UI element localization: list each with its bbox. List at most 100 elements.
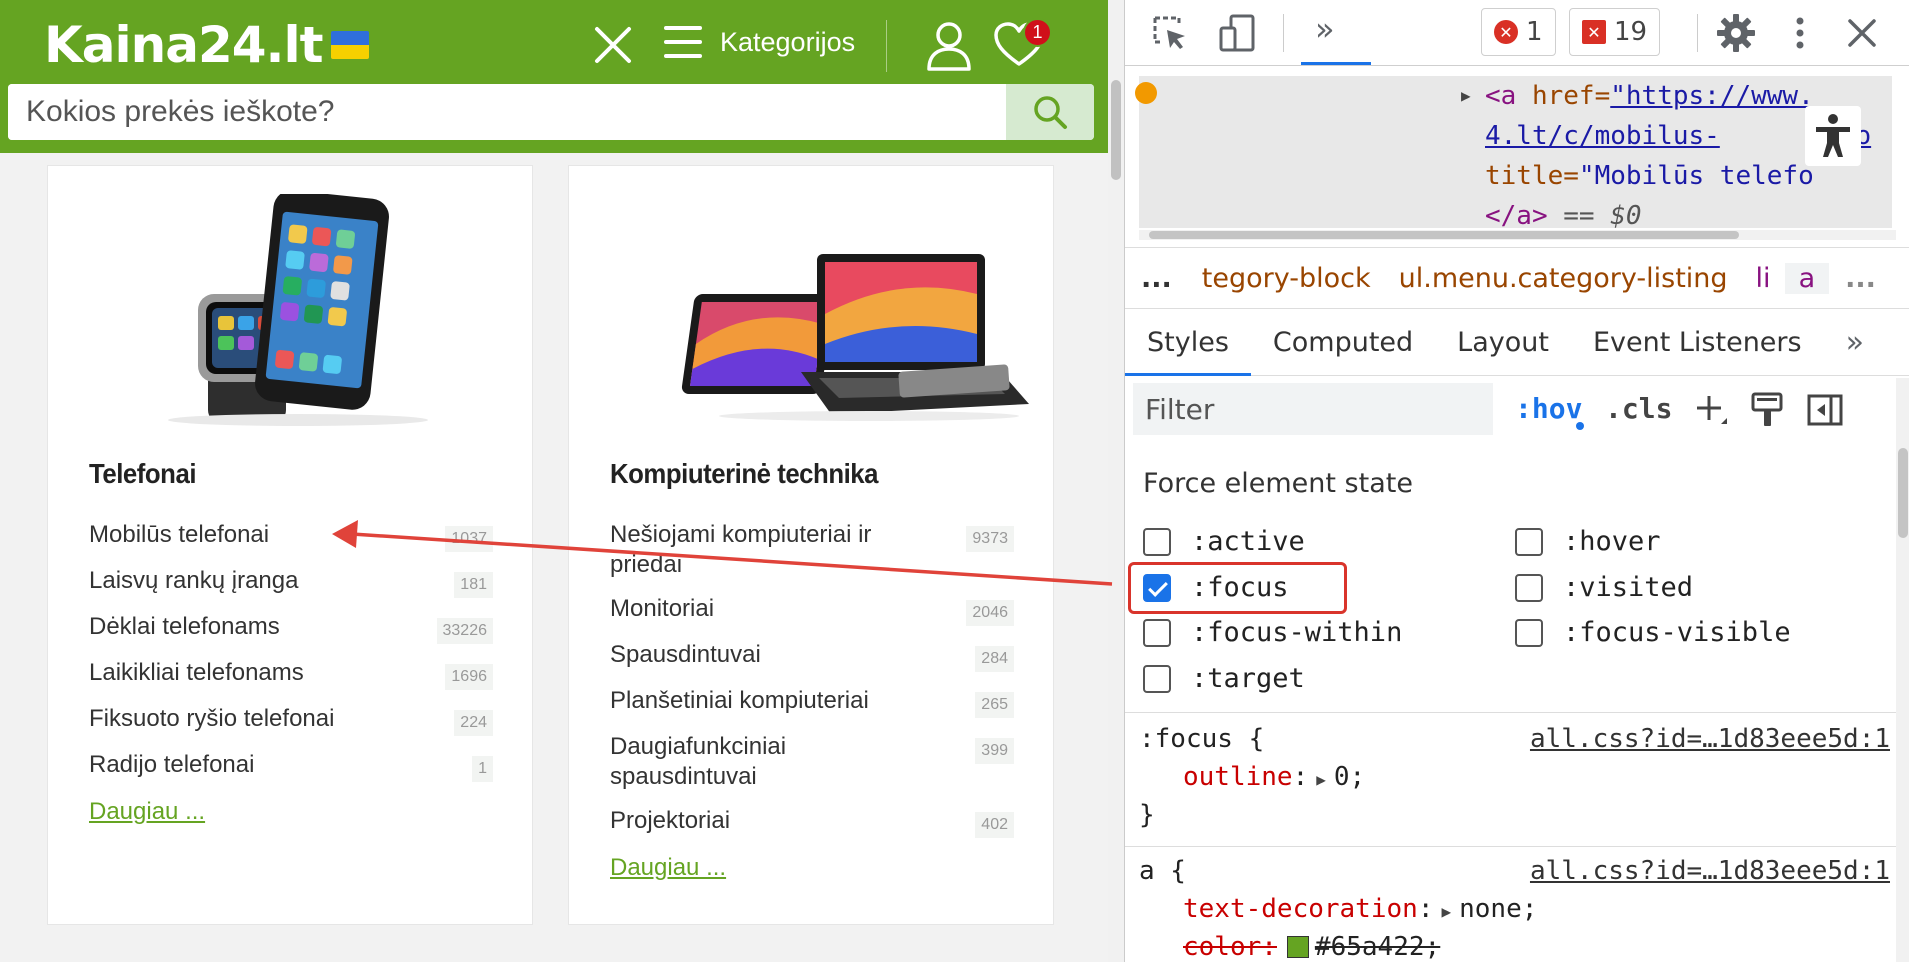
category-title[interactable]: Telefonai <box>89 458 196 490</box>
new-style-rule-icon[interactable] <box>1691 390 1731 430</box>
state-checkbox-target[interactable]: :target <box>1143 663 1305 694</box>
paint-brush-icon[interactable] <box>1747 390 1787 430</box>
close-devtools-icon[interactable] <box>1841 12 1883 54</box>
category-link[interactable]: Daugiafunkciniai spausdintuvai <box>610 732 920 792</box>
state-checkbox-visited[interactable]: :visited <box>1515 572 1693 603</box>
toggle-element-state-button[interactable]: :hov <box>1515 392 1582 425</box>
rule-source-link[interactable]: all.css?id=…1d83eee5d:1 <box>1530 852 1890 890</box>
rule-selector[interactable]: a { <box>1139 852 1186 890</box>
css-rule-a[interactable]: a { all.css?id=…1d83eee5d:1 text-decorat… <box>1125 852 1896 962</box>
css-property-overridden[interactable]: color: #65a422; <box>1183 928 1440 962</box>
category-link[interactable]: Radijo telefonai <box>89 750 254 780</box>
color-swatch-icon[interactable] <box>1286 936 1309 958</box>
inspect-element-icon[interactable] <box>1149 12 1191 54</box>
category-link[interactable]: Dėklai telefonams <box>89 612 280 642</box>
property-value[interactable]: none; <box>1459 894 1537 924</box>
site-logo[interactable]: Kaina24.lt <box>44 14 369 76</box>
css-property[interactable]: text-decoration: ▶ none; <box>1183 890 1537 931</box>
category-link[interactable]: Monitoriai <box>610 594 714 624</box>
attr-value-link[interactable]: 4.lt/c/mobilus- <box>1485 121 1720 151</box>
category-link[interactable]: Nešiojami kompiuteriai ir priedai <box>610 520 920 580</box>
tab-event-listeners[interactable]: Event Listeners <box>1571 310 1824 376</box>
search-bar <box>8 84 1094 140</box>
category-link[interactable]: Laisvų rankų įranga <box>89 566 298 596</box>
property-value[interactable]: #65a422; <box>1315 932 1440 962</box>
state-checkbox-focus-within[interactable]: :focus-within <box>1143 617 1402 648</box>
device-toolbar-icon[interactable] <box>1217 12 1259 54</box>
categories-menu-button[interactable]: Kategorijos <box>664 26 855 58</box>
property-value[interactable]: 0; <box>1334 762 1365 792</box>
dom-horizontal-scrollbar[interactable] <box>1139 230 1896 240</box>
toggle-sidebar-icon[interactable] <box>1805 390 1845 430</box>
search-button[interactable] <box>1006 84 1094 140</box>
tab-layout[interactable]: Layout <box>1435 310 1571 376</box>
scrollbar-thumb[interactable] <box>1111 80 1121 180</box>
search-input[interactable] <box>8 84 1006 140</box>
list-item[interactable]: Spausdintuvai 284 <box>610 640 1014 672</box>
list-item[interactable]: Dėklai telefonams 33226 <box>89 612 493 644</box>
more-link[interactable]: Daugiau ... <box>89 798 205 826</box>
more-tabs-chevron-icon[interactable]: » <box>1824 310 1886 376</box>
category-link[interactable]: Fiksuoto ryšio telefonai <box>89 704 334 734</box>
list-item[interactable]: Daugiafunkciniai spausdintuvai 399 <box>610 732 1014 792</box>
list-item[interactable]: Laisvų rankų įranga 181 <box>89 566 493 598</box>
more-panels-chevron-icon[interactable]: » <box>1315 10 1335 48</box>
list-item[interactable]: Fiksuoto ryšio telefonai 224 <box>89 704 493 736</box>
list-item[interactable]: Projektoriai 402 <box>610 806 1014 838</box>
ukraine-flag-icon <box>330 31 369 59</box>
category-link[interactable]: Laikikliai telefonams <box>89 658 304 688</box>
category-link[interactable]: Planšetiniai kompiuteriai <box>610 686 869 716</box>
styles-filter-input[interactable] <box>1133 383 1493 435</box>
list-item[interactable]: Radijo telefonai 1 <box>89 750 493 782</box>
category-link[interactable]: Spausdintuvai <box>610 640 761 670</box>
list-item[interactable]: Nešiojami kompiuteriai ir priedai 9373 <box>610 520 1014 580</box>
page-scrollbar[interactable] <box>1108 0 1124 962</box>
list-item[interactable]: Planšetiniai kompiuteriai 265 <box>610 686 1014 718</box>
breadcrumb-item[interactable]: ul.menu.category-listing <box>1385 263 1742 294</box>
breadcrumb-item[interactable]: tegory-block <box>1188 263 1385 294</box>
scrollbar-thumb[interactable] <box>1149 231 1739 239</box>
breadcrumb-item[interactable]: li <box>1742 263 1785 294</box>
state-checkbox-active[interactable]: :active <box>1143 526 1305 557</box>
user-icon[interactable] <box>925 20 973 72</box>
sidebar-tabs: Styles Computed Layout Event Listeners » <box>1125 310 1909 376</box>
breadcrumb-overflow-right[interactable]: ... <box>1829 263 1892 294</box>
expand-triangle-icon[interactable]: ▶ <box>1316 770 1326 789</box>
category-link[interactable]: Projektoriai <box>610 806 730 836</box>
category-title[interactable]: Kompiuterinė technika <box>610 458 878 490</box>
element-classes-button[interactable]: .cls <box>1605 392 1672 425</box>
tab-styles[interactable]: Styles <box>1125 310 1251 376</box>
breadcrumb-overflow-left[interactable]: ... <box>1125 263 1188 294</box>
state-checkbox-hover[interactable]: :hover <box>1515 526 1661 557</box>
rule-selector[interactable]: :focus { <box>1139 720 1264 758</box>
checkbox[interactable] <box>1515 573 1543 602</box>
checkbox[interactable] <box>1143 527 1171 556</box>
accessibility-icon[interactable] <box>1805 106 1861 166</box>
scrollbar-thumb[interactable] <box>1898 448 1908 538</box>
checkbox[interactable] <box>1515 527 1543 556</box>
errors-counter-button[interactable]: ✕ 1 <box>1481 8 1556 56</box>
rule-source-link[interactable]: all.css?id=…1d83eee5d:1 <box>1530 720 1890 758</box>
gear-icon[interactable] <box>1715 12 1757 54</box>
breadcrumb-item-selected[interactable]: a <box>1784 262 1830 294</box>
css-property[interactable]: outline: ▶ 0; <box>1183 758 1365 799</box>
expand-triangle-icon[interactable]: ▶ <box>1441 902 1451 921</box>
focus-annotation-box <box>1128 562 1347 614</box>
issues-counter-button[interactable]: ✕ 19 <box>1569 8 1661 56</box>
more-options-icon[interactable] <box>1779 12 1821 54</box>
list-item[interactable]: Mobilūs telefonai 1037 <box>89 520 493 552</box>
close-icon[interactable] <box>592 24 634 66</box>
tab-computed[interactable]: Computed <box>1251 310 1435 376</box>
expand-triangle-icon[interactable]: ▶ <box>1461 76 1471 116</box>
checkbox[interactable] <box>1515 618 1543 647</box>
attr-value-link[interactable]: "https://www. <box>1610 81 1814 111</box>
checkbox[interactable] <box>1143 664 1171 693</box>
checkbox[interactable] <box>1143 618 1171 647</box>
css-rule-focus[interactable]: :focus { all.css?id=…1d83eee5d:1 outline… <box>1125 720 1896 840</box>
more-link[interactable]: Daugiau ... <box>610 854 726 882</box>
category-link[interactable]: Mobilūs telefonai <box>89 520 269 550</box>
state-checkbox-focus-visible[interactable]: :focus-visible <box>1515 617 1791 648</box>
list-item[interactable]: Monitoriai 2046 <box>610 594 1014 626</box>
styles-scrollbar[interactable] <box>1896 378 1909 962</box>
list-item[interactable]: Laikikliai telefonams 1696 <box>89 658 493 690</box>
